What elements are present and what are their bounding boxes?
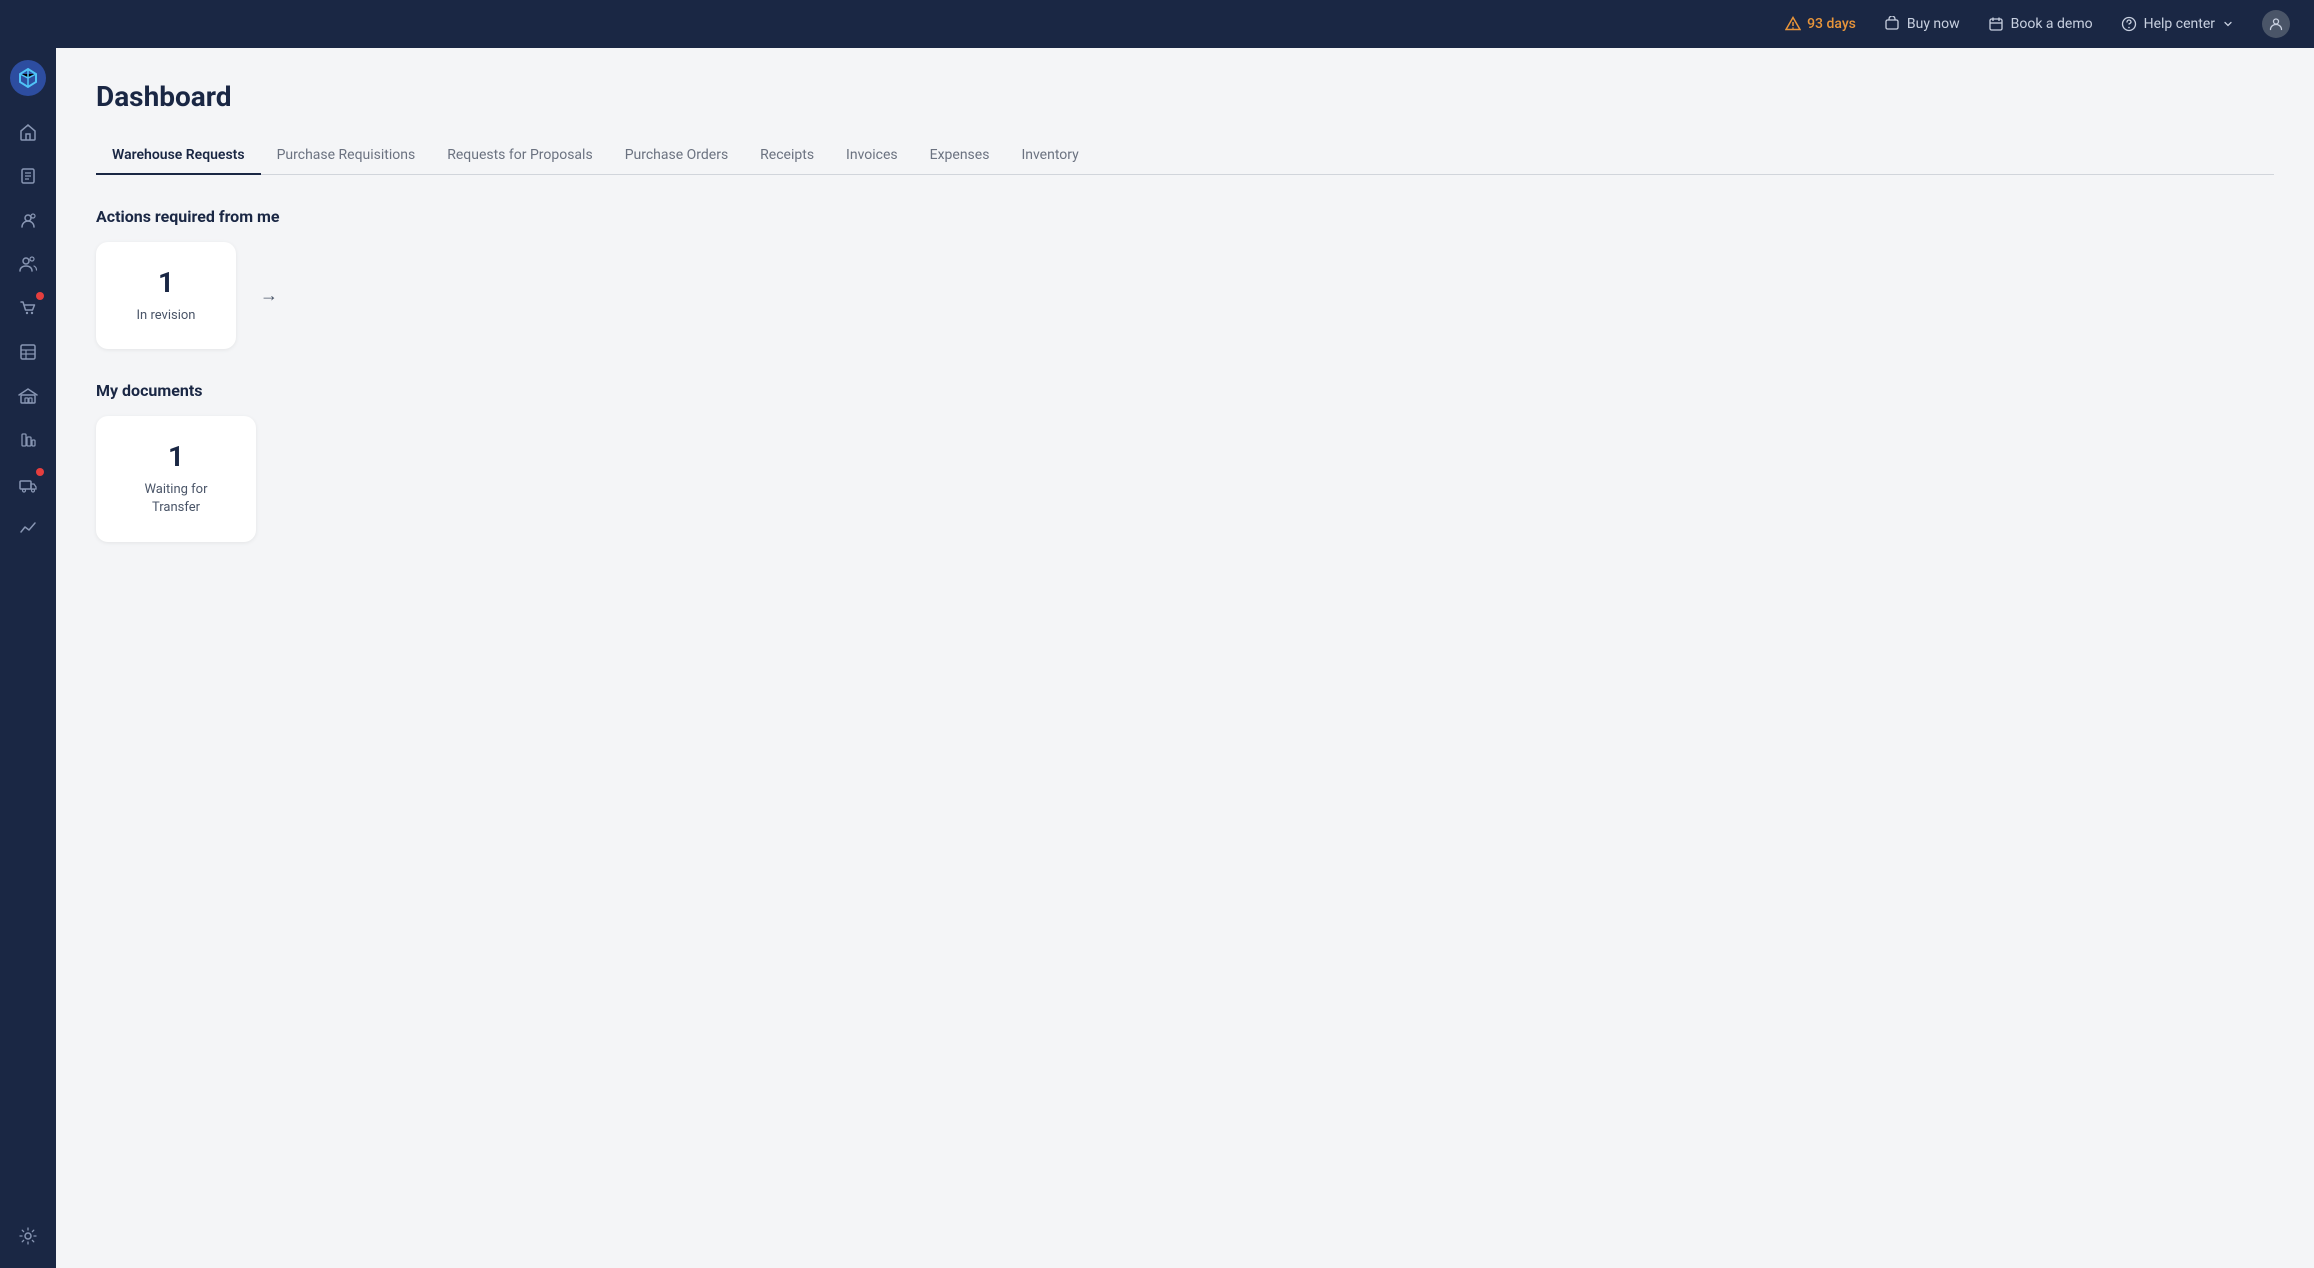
app-logo[interactable]	[10, 60, 46, 96]
sidebar-item-settings[interactable]	[8, 1216, 48, 1256]
actions-section-title: Actions required from me	[96, 207, 2274, 226]
in-revision-count: 1	[158, 266, 174, 299]
tab-purchase-orders[interactable]: Purchase Orders	[609, 137, 744, 175]
waiting-transfer-label: Waiting for Transfer	[120, 481, 232, 517]
buy-icon	[1884, 16, 1900, 32]
sidebar-item-orders[interactable]	[8, 156, 48, 196]
waiting-transfer-count: 1	[168, 440, 184, 473]
tab-requests-for-proposals[interactable]: Requests for Proposals	[431, 137, 608, 175]
actions-cards-row: 1 In revision →	[96, 242, 2274, 349]
sidebar-item-inventory-list[interactable]	[8, 332, 48, 372]
trial-warning[interactable]: 93 days	[1785, 16, 1856, 32]
sidebar-item-contacts[interactable]	[8, 200, 48, 240]
sidebar	[0, 48, 56, 1268]
tab-invoices[interactable]: Invoices	[830, 137, 914, 175]
buy-now-button[interactable]: Buy now	[1884, 16, 1960, 32]
help-icon	[2121, 16, 2137, 32]
sidebar-item-analytics[interactable]	[8, 508, 48, 548]
waiting-transfer-card[interactable]: 1 Waiting for Transfer	[96, 416, 256, 541]
tab-warehouse-requests[interactable]: Warehouse Requests	[96, 137, 261, 175]
user-icon	[2268, 16, 2284, 32]
tab-expenses[interactable]: Expenses	[914, 137, 1006, 175]
help-center-button[interactable]: Help center	[2121, 16, 2234, 32]
dashboard-tabs: Warehouse Requests Purchase Requisitions…	[96, 137, 2274, 175]
tab-inventory[interactable]: Inventory	[1005, 137, 1094, 175]
main-content: Dashboard Warehouse Requests Purchase Re…	[56, 48, 2314, 1268]
sidebar-item-warehouse[interactable]	[8, 376, 48, 416]
sidebar-item-home[interactable]	[8, 112, 48, 152]
in-revision-card[interactable]: 1 In revision	[96, 242, 236, 349]
sidebar-item-users[interactable]	[8, 244, 48, 284]
tab-purchase-requisitions[interactable]: Purchase Requisitions	[261, 137, 432, 175]
sidebar-item-delivery[interactable]	[8, 464, 48, 504]
warning-icon	[1785, 16, 1801, 32]
documents-cards-row: 1 Waiting for Transfer	[96, 416, 2274, 541]
actions-arrow: →	[260, 242, 278, 349]
in-revision-label: In revision	[137, 307, 196, 325]
calendar-icon	[1988, 16, 2004, 32]
trial-days: 93 days	[1807, 16, 1856, 32]
chevron-down-icon	[2222, 18, 2234, 30]
documents-section-title: My documents	[96, 381, 2274, 400]
book-demo-button[interactable]: Book a demo	[1988, 16, 2093, 32]
purchase-badge	[36, 292, 44, 300]
user-avatar[interactable]	[2262, 10, 2290, 38]
tab-receipts[interactable]: Receipts	[744, 137, 830, 175]
topbar: 93 days Buy now Book a demo Help center	[0, 0, 2314, 48]
sidebar-item-reports[interactable]	[8, 420, 48, 460]
delivery-badge	[36, 468, 44, 476]
sidebar-item-purchase[interactable]	[8, 288, 48, 328]
page-title: Dashboard	[96, 80, 2274, 113]
